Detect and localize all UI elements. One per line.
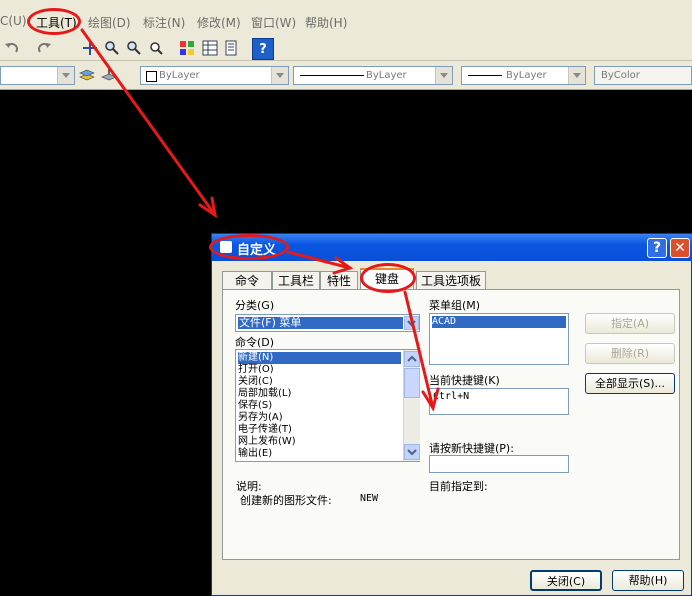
annotation-arrow-1: [80, 28, 217, 217]
annotation-arrow-3: [403, 290, 435, 410]
annotation-arrows: [80, 28, 440, 412]
